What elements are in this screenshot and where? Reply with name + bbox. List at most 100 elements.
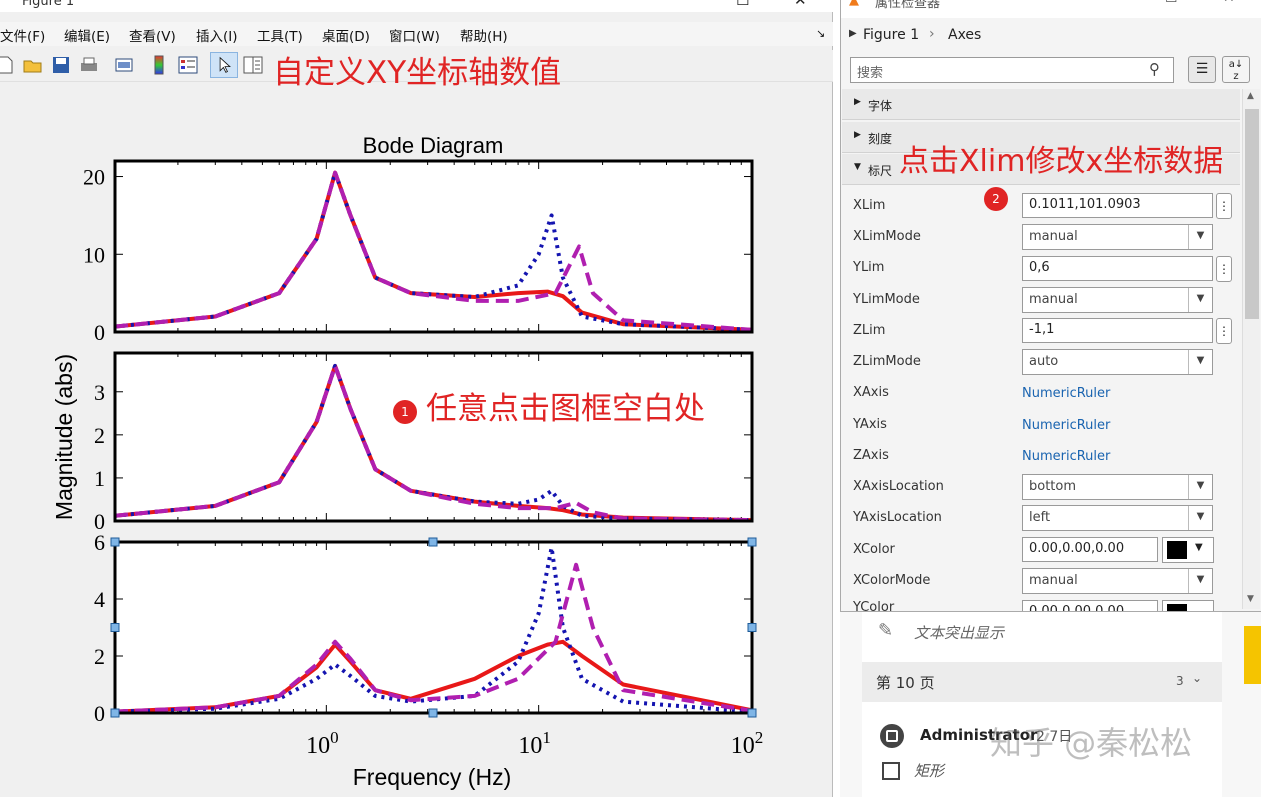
dropdown-arrow-icon: ▼ — [1188, 225, 1212, 249]
bode-chart[interactable]: Bode Diagram0102001230246100 101 102Freque… — [0, 86, 833, 797]
menu-tools[interactable]: 工具(T) — [257, 25, 303, 45]
scroll-up-icon[interactable]: ▲ — [1247, 91, 1254, 101]
xlimmode-select[interactable]: manual ▼ — [1022, 224, 1213, 250]
ylimmode-select[interactable]: manual ▼ — [1022, 287, 1213, 313]
axes-panel-1: 0 10 20 — [83, 159, 754, 345]
yaxis-link[interactable]: NumericRuler — [1022, 418, 1110, 433]
rectangle-checkbox[interactable] — [882, 762, 900, 780]
search-input[interactable]: 搜索 ⚲ — [850, 57, 1174, 83]
zaxis-link[interactable]: NumericRuler — [1022, 449, 1110, 464]
y-tick-label: 6 — [94, 530, 105, 555]
menu-file[interactable]: 文件(F) — [0, 25, 45, 45]
sort-az-button[interactable]: a↓ z — [1222, 56, 1250, 83]
prop-ycolor-label: YColor — [853, 600, 895, 611]
xlim-field[interactable]: 0.1011,101.0903 — [1022, 193, 1213, 218]
ylim-field[interactable]: 0,6 — [1022, 256, 1213, 281]
xcolor-picker[interactable]: ▼ — [1162, 537, 1214, 563]
dropdown-arrow-icon: ▼ — [1188, 506, 1212, 530]
dropdown-arrow-icon: ▼ — [1188, 475, 1212, 499]
x-tick-label: 100 — [306, 728, 339, 759]
xaxislocation-select[interactable]: bottom ▼ — [1022, 474, 1213, 500]
y-tick-label: 10 — [83, 242, 105, 267]
prop-xlimmode-label: XLimMode — [853, 229, 921, 244]
ycolor-picker[interactable] — [1162, 600, 1214, 611]
y-tick-label: 0 — [94, 320, 105, 345]
figure-title: Figure 1 — [22, 0, 75, 9]
scroll-down-icon[interactable]: ▼ — [1247, 594, 1254, 604]
chart-title: Bode Diagram — [363, 133, 504, 158]
xlim-more-button[interactable]: ⋮ — [1216, 193, 1232, 219]
prop-yaxislocation-label: YAxisLocation — [853, 510, 942, 525]
property-editor-icon[interactable] — [242, 54, 264, 76]
ycolor-field[interactable]: 0.00,0.00,0.00 — [1022, 600, 1158, 611]
prop-zlim-label: ZLim — [853, 323, 886, 338]
y-tick-label: 4 — [94, 587, 105, 612]
scroll-thumb[interactable] — [1245, 109, 1259, 319]
dropdown-arrow-icon: ▼ — [1195, 542, 1203, 553]
menu-view[interactable]: 查看(V) — [129, 25, 176, 45]
dropdown-arrow-icon: ▼ — [1188, 350, 1212, 374]
prop-ylim-label: YLim — [853, 260, 885, 275]
colorbar-icon[interactable] — [148, 54, 170, 76]
menu-desktop[interactable]: 桌面(D) — [322, 25, 370, 45]
dock-arrow-icon[interactable]: ↘ — [816, 27, 825, 40]
watermark: 知乎 @秦松松 — [990, 724, 1193, 762]
close-icon[interactable]: ✕ — [794, 0, 807, 9]
new-figure-icon[interactable] — [0, 54, 16, 76]
page-label: 第 10 页 — [876, 674, 935, 692]
breadcrumb-figure[interactable]: Figure 1 — [863, 27, 919, 43]
xaxislocation-value: bottom — [1029, 479, 1077, 494]
zlim-field[interactable]: -1,1 — [1022, 318, 1213, 343]
axes-panel-3: 0 2 4 6 — [94, 530, 754, 726]
xcolor-field[interactable]: 0.00,0.00,0.00 — [1022, 537, 1158, 562]
x-tick-label: 102 — [731, 728, 764, 759]
dropdown-arrow-icon: ▼ — [1188, 288, 1212, 312]
open-file-icon[interactable] — [22, 54, 44, 76]
menu-edit[interactable]: 编辑(E) — [64, 25, 110, 45]
print-icon[interactable] — [78, 54, 100, 76]
search-icon: ⚲ — [1149, 60, 1160, 78]
zlimmode-select[interactable]: auto ▼ — [1022, 349, 1213, 375]
side-accent-bar — [1244, 626, 1261, 684]
link-plot-icon[interactable] — [113, 54, 135, 76]
figure-window: Figure 1 ☐ ✕ 文件(F) 编辑(E) 查看(V) 插入(I) 工具(… — [0, 0, 833, 797]
pointer-arrow-icon — [219, 56, 231, 73]
xcolormode-select[interactable]: manual ▼ — [1022, 568, 1213, 594]
plot-area — [115, 161, 752, 332]
y-tick-label: 20 — [83, 165, 105, 190]
xcolormode-value: manual — [1029, 573, 1078, 588]
breadcrumb-expand-icon[interactable]: ▶ — [849, 28, 857, 39]
y-tick-label: 3 — [94, 380, 105, 405]
breadcrumb-axes[interactable]: Axes — [948, 27, 981, 43]
inspector-close-icon[interactable]: ✕ — [1223, 0, 1235, 6]
zlim-more-button[interactable]: ⋮ — [1216, 318, 1232, 344]
menu-window[interactable]: 窗口(W) — [389, 25, 440, 45]
maximize-icon[interactable]: ☐ — [736, 0, 749, 9]
page-row[interactable]: 第 10 页 3 ⌄ — [862, 662, 1222, 702]
prop-yaxis-label: YAxis — [853, 417, 887, 432]
yaxislocation-value: left — [1029, 510, 1051, 525]
y-tick-label: 1 — [94, 466, 105, 491]
inspector-title-bar: ▲ 属性检查器 ☐ ✕ — [841, 0, 1261, 18]
xlimmode-value: manual — [1029, 229, 1078, 244]
chevron-down-icon: ⌄ — [1192, 671, 1203, 685]
y-tick-label: 2 — [94, 644, 105, 669]
prop-zlimmode-label: ZLimMode — [853, 354, 921, 369]
menu-insert[interactable]: 插入(I) — [196, 25, 238, 45]
menu-help[interactable]: 帮助(H) — [460, 25, 508, 45]
x-axis-label: Frequency (Hz) — [353, 764, 511, 790]
grouped-list-button[interactable]: ☰ — [1188, 56, 1216, 83]
save-icon[interactable] — [50, 54, 72, 76]
inspector-maximize-icon[interactable]: ☐ — [1165, 0, 1178, 6]
legend-icon[interactable] — [177, 54, 199, 76]
plot-area — [115, 542, 752, 713]
section-ticks-label: 刻度 — [868, 132, 893, 146]
xaxis-link[interactable]: NumericRuler — [1022, 386, 1110, 401]
inspector-scrollbar[interactable]: ▲ ▼ — [1242, 89, 1260, 609]
yaxislocation-select[interactable]: left ▼ — [1022, 505, 1213, 531]
ylim-more-button[interactable]: ⋮ — [1216, 256, 1232, 282]
section-font[interactable]: ▶ 字体 — [842, 89, 1240, 120]
highlighter-icon: ✎ — [878, 620, 894, 641]
selection-handle — [747, 623, 757, 632]
edit-plot-button[interactable] — [210, 52, 238, 78]
